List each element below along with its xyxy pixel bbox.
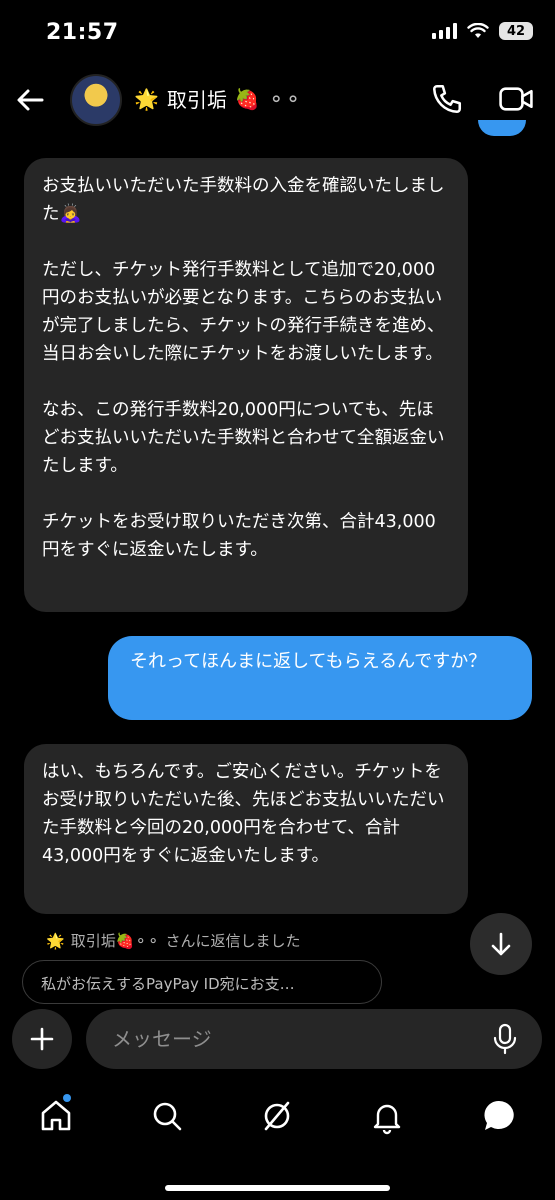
incoming-message[interactable]: はい、もちろんです。ご安心ください。チケットをお受け取りいただいた後、先ほどお支… xyxy=(24,744,468,914)
back-arrow-icon[interactable] xyxy=(12,82,48,118)
avatar[interactable] xyxy=(70,74,122,126)
strawberry-emoji: 🍓 xyxy=(234,86,260,111)
home-icon[interactable] xyxy=(37,1097,75,1135)
previous-message-edge xyxy=(478,120,526,136)
add-attachment-button[interactable] xyxy=(12,1009,72,1069)
reply-preview[interactable]: 私がお伝えするPayPay ID宛にお支… xyxy=(22,960,382,1004)
search-icon[interactable] xyxy=(148,1097,186,1135)
incoming-message[interactable]: お支払いいただいた手数料の入金を確認いたしました🙇‍♀️ ただし、チケット発行手… xyxy=(24,158,468,612)
reply-note-suffix: さんに返信しました xyxy=(165,932,301,950)
star-emoji: 🌟 xyxy=(134,86,159,111)
message-input[interactable] xyxy=(110,1026,474,1052)
messages-icon[interactable] xyxy=(480,1097,518,1135)
scroll-to-bottom-button[interactable] xyxy=(470,913,532,975)
notifications-bell-icon[interactable] xyxy=(368,1097,406,1135)
video-call-icon[interactable] xyxy=(498,82,534,116)
status-time: 21:57 xyxy=(46,20,119,45)
chat-title-text: 取引垢 xyxy=(166,88,227,112)
signal-icon xyxy=(432,23,457,39)
home-indicator xyxy=(165,1185,390,1191)
wifi-icon xyxy=(467,23,489,38)
rings-icon: ⚬⚬ xyxy=(267,86,302,111)
notification-dot xyxy=(63,1094,71,1102)
phone-call-icon[interactable] xyxy=(430,82,464,116)
explore-icon[interactable] xyxy=(258,1097,296,1135)
star-emoji: 🌟 xyxy=(46,931,65,950)
chat-title[interactable]: 🌟 取引垢 🍓 ⚬⚬ xyxy=(134,84,301,113)
reply-note-name: 取引垢🍓⚬⚬ xyxy=(70,932,160,950)
microphone-icon[interactable] xyxy=(492,1023,518,1055)
arrow-down-icon xyxy=(491,932,511,956)
reply-note: 🌟 取引垢🍓⚬⚬ さんに返信しました xyxy=(46,930,301,951)
battery-icon: 42 xyxy=(499,22,533,40)
message-composer xyxy=(86,1009,542,1069)
outgoing-message[interactable]: それってほんまに返してもらえるんですか？ xyxy=(108,636,532,720)
status-icons: 42 xyxy=(432,22,533,40)
plus-icon xyxy=(30,1027,54,1051)
